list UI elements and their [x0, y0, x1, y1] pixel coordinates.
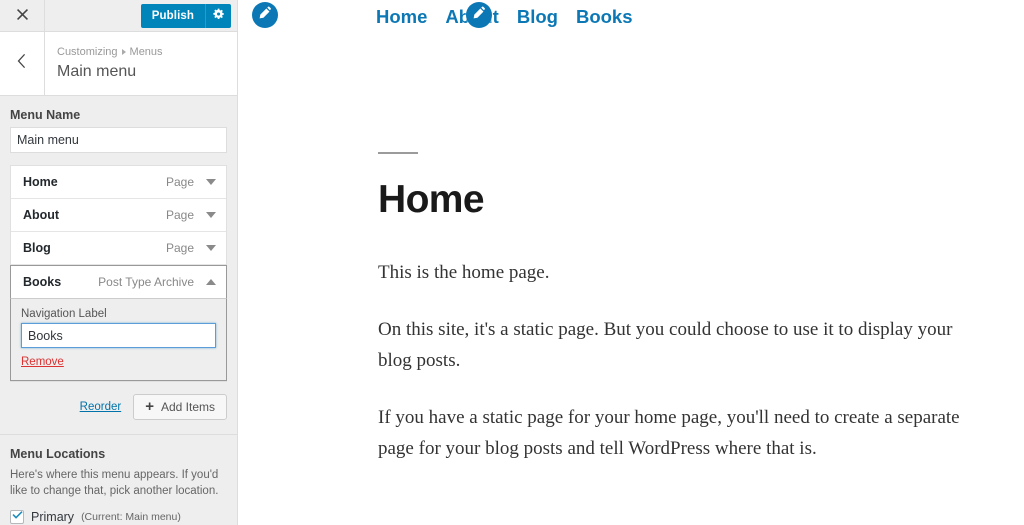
breadcrumb: Customizing Menus	[57, 45, 163, 59]
content-page-title: Home	[378, 178, 485, 221]
menu-item-title: Blog	[23, 241, 51, 255]
header-spacer	[45, 0, 141, 31]
menu-name-label: Menu Name	[10, 108, 81, 122]
edit-shortcut-books-nav[interactable]	[466, 2, 492, 28]
content-paragraph: This is the home page.	[378, 262, 550, 283]
checkmark-icon	[11, 508, 23, 525]
chevron-down-icon[interactable]	[206, 212, 216, 218]
panel-title-group: Customizing Menus Main menu	[45, 32, 163, 95]
remove-menu-item-link[interactable]: Remove	[21, 356, 64, 368]
location-current: (Current: Main menu)	[81, 511, 181, 523]
menu-locations-title: Menu Locations	[10, 447, 106, 461]
title-rule	[378, 152, 418, 154]
close-icon	[16, 7, 28, 25]
menu-name-input[interactable]	[10, 127, 227, 153]
menu-item-books[interactable]: Books Post Type Archive	[10, 265, 227, 299]
panel-header: Customizing Menus Main menu	[0, 32, 237, 96]
page-content: Home This is the home page. On this site…	[238, 152, 1024, 464]
menu-item-blog[interactable]: Blog Page	[11, 232, 226, 265]
menu-item-settings-panel: Navigation Label Remove	[10, 299, 227, 381]
back-button[interactable]	[0, 32, 45, 95]
chevron-up-icon[interactable]	[206, 279, 216, 285]
content-body: This is the home page. On this site, it'…	[378, 257, 978, 464]
page-title: Main menu	[57, 63, 137, 80]
menu-item-about[interactable]: About Page	[11, 199, 226, 232]
content-paragraph: On this site, it's a static page. But yo…	[378, 319, 953, 371]
nav-link-blog[interactable]: Blog	[517, 6, 558, 28]
menu-item-home[interactable]: Home Page	[11, 166, 226, 199]
location-name: Primary	[31, 510, 75, 524]
menu-locations-description: Here's where this menu appears. If you'd…	[10, 469, 219, 497]
edit-shortcut-home-nav[interactable]	[252, 2, 278, 28]
menu-items-list: Home Page About Page Blog Page Books Pos	[10, 165, 227, 382]
chevron-down-icon[interactable]	[206, 179, 216, 185]
navigation-label-label: Navigation Label	[21, 308, 107, 320]
menu-item-title: About	[23, 208, 60, 222]
navigation-label-input[interactable]	[21, 323, 216, 348]
menu-item-type: Page	[165, 208, 194, 222]
location-checkbox-primary[interactable]: Primary (Current: Main menu)	[10, 510, 227, 524]
gear-icon	[212, 8, 225, 23]
nav-link-home[interactable]: Home	[376, 6, 427, 28]
customizer-sidebar: Publish Customizing Menus Main menu Menu…	[0, 0, 238, 525]
content-paragraph: If you have a static page for your home …	[378, 407, 960, 459]
checkbox-box[interactable]	[10, 510, 24, 524]
menu-locations-section: Menu Locations Here's where this menu ap…	[10, 435, 227, 524]
menu-item-type: Page	[165, 175, 194, 189]
menu-item-title: Books	[23, 275, 62, 289]
sidebar-body: Menu Name Home Page About Page Blog Page	[0, 96, 237, 524]
customizer-header-bar: Publish	[0, 0, 237, 32]
breadcrumb-separator-icon	[121, 49, 126, 55]
customizer-app: Publish Customizing Menus Main menu Menu…	[0, 0, 1024, 525]
add-items-button[interactable]: + Add Items	[133, 394, 227, 420]
nav-link-books[interactable]: Books	[576, 6, 633, 28]
close-customizer-button[interactable]	[0, 0, 45, 31]
pencil-icon	[259, 6, 272, 24]
breadcrumb-root: Customizing	[57, 46, 118, 58]
publish-button-group: Publish	[140, 3, 231, 28]
breadcrumb-section: Menus	[129, 46, 163, 58]
pencil-icon	[473, 6, 486, 24]
site-navigation: Home About Blog Books	[238, 0, 1024, 28]
menu-actions-row: Reorder + Add Items	[10, 394, 227, 434]
add-items-label: Add Items	[160, 400, 215, 414]
chevron-down-icon[interactable]	[206, 245, 216, 251]
publish-button[interactable]: Publish	[140, 3, 205, 28]
publish-settings-button[interactable]	[205, 3, 231, 28]
menu-item-type: Post Type Archive	[98, 275, 194, 289]
reorder-link[interactable]: Reorder	[80, 401, 122, 413]
site-preview: Home About Blog Books Home This is the h…	[238, 0, 1024, 525]
chevron-left-icon	[17, 54, 27, 73]
menu-item-type: Page	[165, 241, 194, 255]
menu-item-title: Home	[23, 175, 58, 189]
